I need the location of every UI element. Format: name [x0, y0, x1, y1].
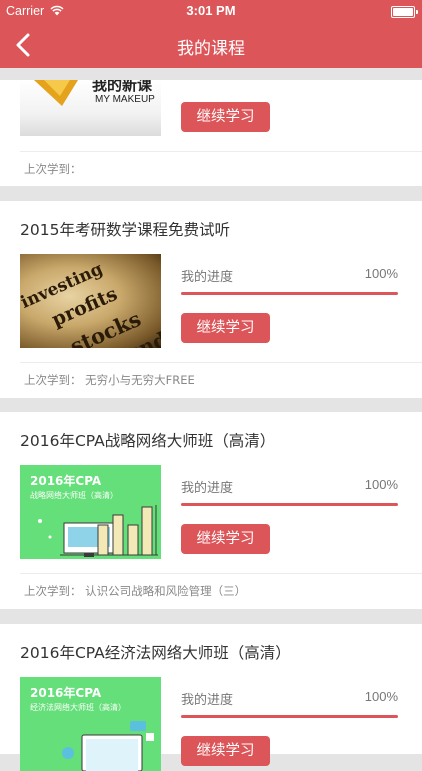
progress-percent: 100% — [364, 477, 398, 492]
last-studied: 上次学到： — [24, 162, 82, 176]
divider — [20, 362, 422, 363]
course-thumbnail[interactable]: 2016年CPA 经济法网络大师班（高清） — [20, 677, 161, 771]
status-time: 3:01 PM — [186, 3, 236, 18]
logo-icon — [34, 80, 78, 106]
thumb-title: 我的新课 — [92, 80, 153, 94]
continue-learning-button[interactable]: 继续学习 — [181, 313, 270, 343]
continue-learning-button[interactable]: 继续学习 — [181, 524, 270, 554]
battery-icon — [391, 6, 418, 18]
thumb-subtitle: MY MAKEUP — [95, 94, 155, 105]
progress-label: 我的进度 — [181, 481, 234, 496]
divider — [20, 573, 422, 574]
last-studied: 上次学到： 认识公司战略和风险管理（三） — [24, 584, 247, 598]
continue-learning-button[interactable]: 继续学习 — [181, 736, 270, 766]
chart-illustration-icon — [62, 721, 154, 771]
continue-learning-button[interactable]: 继续学习 — [181, 102, 270, 132]
last-studied: 上次学到： 无穷小与无穷大FREE — [24, 373, 195, 387]
progress-percent: 100% — [364, 689, 398, 704]
divider — [20, 151, 422, 152]
progress-bar — [181, 715, 398, 718]
progress-bar — [181, 503, 398, 506]
app-header: Carrier 3:01 PM 我的课程 — [0, 0, 422, 68]
course-thumbnail[interactable]: investing profits stocks funds — [20, 254, 161, 348]
course-card: 2016年CPA经济法网络大师班（高清） 2016年CPA 经济法网络大师班（高… — [0, 624, 422, 771]
chart-illustration-icon — [38, 505, 158, 557]
course-thumbnail[interactable]: 2016年CPA 战略网络大师班（高清） — [20, 465, 161, 559]
progress-label: 我的进度 — [181, 693, 234, 708]
course-card: 2016年CPA战略网络大师班（高清） 2016年CPA 战略网络大师班（高清）… — [0, 412, 422, 609]
nav-bar: 我的课程 — [0, 22, 422, 68]
progress-bar — [181, 292, 398, 295]
course-card: 我的新课 MY MAKEUP 继续学习 上次学到： — [0, 80, 422, 186]
course-card: 2015年考研数学课程免费试听 investing profits stocks… — [0, 201, 422, 398]
page-title: 我的课程 — [177, 39, 245, 59]
progress-label: 我的进度 — [181, 270, 234, 285]
course-title[interactable]: 2016年CPA经济法网络大师班（高清） — [20, 641, 291, 663]
course-title[interactable]: 2015年考研数学课程免费试听 — [20, 218, 230, 240]
course-title[interactable]: 2016年CPA战略网络大师班（高清） — [20, 429, 275, 451]
course-thumbnail[interactable]: 我的新课 MY MAKEUP — [20, 80, 161, 136]
progress-percent: 100% — [364, 266, 398, 281]
status-bar: Carrier 3:01 PM — [0, 0, 422, 22]
